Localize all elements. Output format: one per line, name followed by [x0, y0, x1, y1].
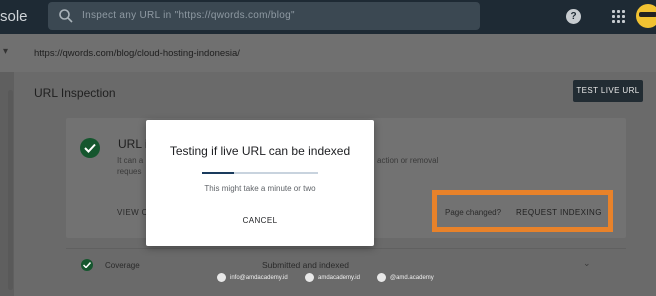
search-icon — [58, 8, 74, 24]
coverage-label: Coverage — [105, 261, 140, 270]
search-bar[interactable]: Inspect any URL in "https://qwords.com/b… — [48, 2, 480, 30]
card-description: It can a — [117, 156, 144, 165]
divider — [66, 248, 626, 249]
instagram-icon — [377, 273, 386, 282]
request-indexing-button[interactable]: REQUEST INDEXING — [516, 208, 602, 217]
view-crawled-page-button[interactable]: VIEW C — [117, 208, 148, 217]
coverage-check-icon — [81, 259, 93, 271]
check-circle-icon — [80, 138, 100, 158]
scrollbar[interactable] — [8, 90, 13, 290]
page-changed-label: Page changed? — [445, 208, 502, 217]
email-icon — [217, 273, 226, 282]
page-title: URL Inspection — [34, 86, 116, 100]
inspected-url-row: ▾ https://qwords.com/blog/cloud-hosting-… — [0, 34, 656, 72]
top-bar: sole Inspect any URL in "https://qwords.… — [0, 0, 656, 34]
apps-grid-icon[interactable] — [612, 10, 625, 23]
watermark-site: amdacademy.id — [305, 273, 360, 282]
watermark-handle: @amd.academy — [377, 273, 434, 282]
dialog-subtitle: This might take a minute or two — [204, 184, 316, 193]
avatar[interactable] — [636, 4, 656, 28]
dialog-title: Testing if live URL can be indexed — [169, 144, 351, 158]
globe-icon — [305, 273, 314, 282]
help-icon[interactable]: ? — [566, 9, 581, 24]
inspected-url: https://qwords.com/blog/cloud-hosting-in… — [34, 48, 240, 59]
cancel-button[interactable]: CANCEL — [230, 212, 290, 230]
progress-bar — [202, 172, 318, 174]
watermark-email: info@amdacademy.id — [217, 273, 288, 282]
app-title: sole — [0, 8, 28, 25]
expand-chevron-icon[interactable]: ⌄ — [583, 258, 591, 269]
card-description-line2: reques — [117, 167, 142, 176]
card-description-right: action or removal — [377, 156, 439, 165]
search-input[interactable]: Inspect any URL in "https://qwords.com/b… — [82, 10, 295, 21]
test-live-url-button[interactable]: TEST LIVE URL — [573, 80, 643, 102]
testing-dialog: Testing if live URL can be indexed This … — [146, 120, 374, 246]
coverage-value: Submitted and indexed — [262, 260, 349, 270]
progress-fill — [202, 172, 235, 174]
collapse-chevron-icon[interactable]: ▾ — [3, 46, 8, 57]
